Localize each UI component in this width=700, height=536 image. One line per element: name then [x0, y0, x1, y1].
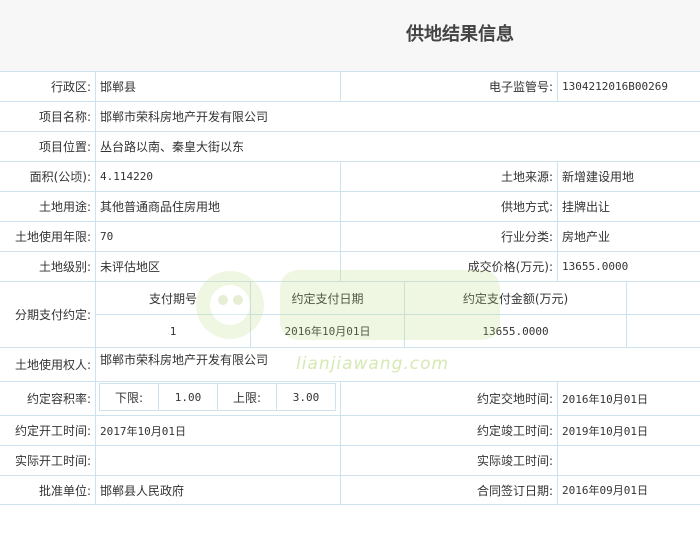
table-row: 土地级别: 未评估地区 成交价格(万元): 13655.0000: [0, 251, 700, 281]
period-header: 支付期号: [96, 282, 251, 314]
supply-method-label: 供地方式:: [341, 192, 558, 221]
approver-label: 批准单位:: [0, 476, 96, 504]
contract-date-value: 2016年09月01日: [562, 484, 648, 497]
plot-ratio-label: 约定容积率:: [0, 382, 96, 415]
amount-header: 约定支付金额(万元): [405, 282, 627, 314]
watermark-text: lianjiawang.com: [296, 354, 450, 374]
industry-label: 行业分类:: [341, 222, 558, 251]
plot-ratio-group: 下限: 1.00 上限: 3.00: [96, 382, 341, 415]
installments-data-row: 1 2016年10月01日 13655.0000: [96, 314, 700, 347]
installments-header-row: 支付期号 约定支付日期 约定支付金额(万元): [96, 282, 700, 314]
table-row: 土地用途: 其他普通商品住房用地 供地方式: 挂牌出让: [0, 191, 700, 221]
actual-start-label: 实际开工时间:: [0, 446, 96, 475]
date-header: 约定支付日期: [251, 282, 405, 314]
project-name-value: 邯郸市荣科房地产开发有限公司: [100, 110, 269, 124]
table-row: 分期支付约定: 支付期号 约定支付日期 约定支付金额(万元) 1 2016年10…: [0, 281, 700, 347]
deal-price-label: 成交价格(万元):: [341, 252, 558, 281]
land-grade-value: 未评估地区: [96, 252, 341, 281]
district-label: 行政区:: [0, 72, 96, 101]
supervision-no-value: 1304212016B00269: [562, 80, 668, 93]
page-header: 供地结果信息: [0, 0, 700, 71]
actual-complete-value: [558, 446, 700, 475]
actual-complete-label: 实际竣工时间:: [341, 446, 558, 475]
land-use-label: 土地用途:: [0, 192, 96, 221]
project-location-label: 项目位置:: [0, 132, 96, 161]
installments-label: 分期支付约定:: [0, 282, 96, 347]
date-cell: 2016年10月01日: [251, 315, 405, 347]
table-row: 行政区: 邯郸县 电子监管号: 1304212016B00269: [0, 71, 700, 101]
table-row: 实际开工时间: 实际竣工时间:: [0, 445, 700, 475]
table-row: 约定开工时间: 2017年10月01日 约定竣工时间: 2019年10月01日: [0, 415, 700, 445]
approver-value: 邯郸县人民政府: [96, 476, 341, 504]
actual-start-value: [96, 446, 341, 475]
table-row: 项目位置: 丛台路以南、秦皇大街以东: [0, 131, 700, 161]
project-name-label: 项目名称:: [0, 102, 96, 131]
land-use-value: 其他普通商品住房用地: [96, 192, 341, 221]
contract-date-label: 合同签订日期:: [341, 476, 558, 504]
handover-time-value: 2016年10月01日: [562, 392, 648, 406]
installments-table: 支付期号 约定支付日期 约定支付金额(万元) 1 2016年10月01日 136…: [96, 282, 700, 347]
table-row: 约定容积率: 下限: 1.00 上限: 3.00 约定交地时间: 2016年10…: [0, 381, 700, 415]
table-row: 项目名称: 邯郸市荣科房地产开发有限公司: [0, 101, 700, 131]
table-row: 土地使用年限: 70 行业分类: 房地产业: [0, 221, 700, 251]
area-label: 面积(公顷):: [0, 162, 96, 191]
upper-label: 上限:: [217, 383, 277, 411]
complete-time-value: 2019年10月01日: [562, 424, 648, 438]
use-term-value: 70: [96, 222, 341, 251]
land-source-label: 土地来源:: [341, 162, 558, 191]
district-value: 邯郸县: [96, 72, 341, 101]
complete-time-label: 约定竣工时间:: [341, 416, 558, 445]
project-location-value: 丛台路以南、秦皇大街以东: [100, 140, 245, 154]
period-cell: 1: [96, 315, 251, 347]
lower-value: 1.00: [158, 383, 218, 411]
table-row: 面积(公顷): 4.114220 土地来源: 新增建设用地: [0, 161, 700, 191]
page-title: 供地结果信息: [406, 24, 514, 45]
land-user-label: 土地使用权人:: [0, 348, 96, 381]
land-source-value: 新增建设用地: [562, 170, 635, 184]
land-supply-result-page: 供地结果信息 行政区: 邯郸县 电子监管号: 1304212016B00269 …: [0, 0, 700, 536]
land-grade-label: 土地级别:: [0, 252, 96, 281]
use-term-label: 土地使用年限:: [0, 222, 96, 251]
table-row: 批准单位: 邯郸县人民政府 合同签订日期: 2016年09月01日: [0, 475, 700, 505]
handover-time-label: 约定交地时间:: [341, 382, 558, 415]
lower-label: 下限:: [99, 383, 159, 411]
info-table: 行政区: 邯郸县 电子监管号: 1304212016B00269 项目名称: 邯…: [0, 71, 700, 505]
supply-method-value: 挂牌出让: [562, 200, 611, 214]
industry-value: 房地产业: [562, 230, 611, 244]
supervision-no-label: 电子监管号:: [341, 72, 558, 101]
area-value: 4.114220: [96, 162, 341, 191]
upper-value: 3.00: [276, 383, 336, 411]
deal-price-value: 13655.0000: [562, 260, 629, 273]
start-time-label: 约定开工时间:: [0, 416, 96, 445]
amount-cell: 13655.0000: [405, 315, 627, 347]
start-time-value: 2017年10月01日: [96, 416, 341, 445]
